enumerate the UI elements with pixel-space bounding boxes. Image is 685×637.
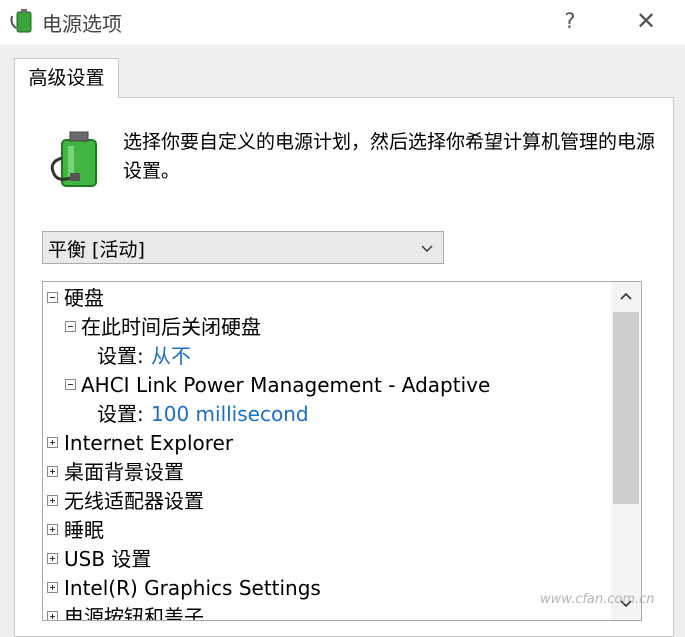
tree-item-label: Internet Explorer [64, 431, 234, 455]
tree-item-label: 桌面背景设置 [64, 460, 184, 484]
power-plan-value: 平衡 [活动] [48, 239, 145, 261]
expand-icon[interactable] [47, 524, 58, 535]
tree-scrollbar[interactable] [611, 282, 641, 620]
help-button[interactable]: ? [552, 4, 588, 38]
description-text: 选择你要自定义的电源计划，然后选择你希望计算机管理的电源设置。 [123, 131, 656, 182]
expand-icon[interactable] [47, 495, 58, 506]
tree-item-label: Intel(R) Graphics Settings [64, 576, 321, 600]
chevron-down-icon [421, 245, 433, 252]
setting-label: 设置: [97, 344, 144, 368]
setting-value-link[interactable]: 100 millisecond [151, 400, 309, 429]
setting-value-link[interactable]: 从不 [151, 342, 191, 371]
scroll-up-icon[interactable] [611, 282, 641, 310]
collapse-icon[interactable] [47, 292, 58, 303]
battery-plug-icon [50, 131, 97, 187]
tree-item-label: 无线适配器设置 [64, 489, 204, 513]
tree-item-label: AHCI Link Power Management - Adaptive [81, 373, 491, 397]
setting-label: 设置: [97, 402, 144, 426]
tab-advanced-settings[interactable]: 高级设置 [14, 58, 119, 98]
tree-item-label: USB 设置 [64, 547, 152, 571]
close-button[interactable]: ✕ [628, 4, 664, 38]
collapse-icon[interactable] [65, 321, 76, 332]
tree-item-label: 睡眠 [64, 518, 104, 542]
watermark: www.cfan.com.cn [540, 592, 655, 607]
power-options-icon [10, 9, 32, 33]
scroll-thumb[interactable] [613, 312, 639, 504]
window-title: 电源选项 [42, 12, 122, 36]
settings-tree[interactable]: 硬盘 在此时间后关闭硬盘 设置: 从不 AHCI Link Power Mana… [42, 281, 642, 621]
expand-icon[interactable] [47, 553, 58, 564]
power-plan-select[interactable]: 平衡 [活动] [42, 231, 444, 264]
tree-item-label: 硬盘 [64, 286, 104, 310]
expand-icon[interactable] [47, 437, 58, 448]
collapse-icon[interactable] [65, 379, 76, 390]
title-bar: 电源选项 ? ✕ [0, 0, 685, 45]
expand-icon[interactable] [47, 611, 58, 620]
expand-icon[interactable] [47, 466, 58, 477]
tree-item-label: 在此时间后关闭硬盘 [81, 315, 261, 339]
tree-item-label: 电源按钮和盖子 [64, 605, 204, 621]
expand-icon[interactable] [47, 582, 58, 593]
